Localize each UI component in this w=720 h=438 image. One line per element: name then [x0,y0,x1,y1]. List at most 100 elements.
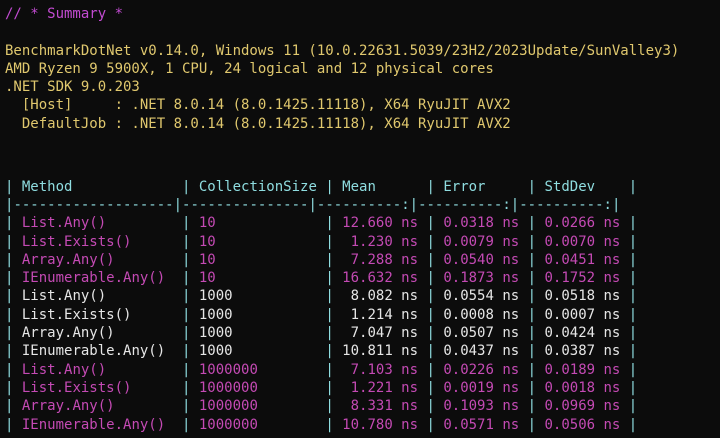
column-header-stddev: StdDev [536,178,629,195]
table-pipe: | [325,379,334,396]
table-cell-mean: 12.660 ns [333,215,427,232]
table-cell-method: List.Exists() [13,306,183,323]
table-cell-error: 0.0079 ns [434,233,528,250]
table-cell-error: 0.0507 ns [434,325,528,342]
table-cell-stddev: 0.0007 ns [536,306,629,323]
table-cell-stddev: 0.0424 ns [536,325,629,342]
table-cell-mean: 1.221 ns [333,379,427,396]
table-pipe: | [325,288,334,305]
table-pipe: | [426,270,435,287]
table-cell-error: 0.0554 ns [434,288,528,305]
table-pipe: | [628,343,638,360]
table-row: | List.Exists() | 1000000 | 1.221 ns | 0… [5,379,720,397]
table-row: | Array.Any() | 10 | 7.288 ns | 0.0540 n… [5,251,720,269]
table-pipe: | [426,416,435,433]
table-pipe: | [628,416,638,433]
table-pipe: | [426,178,435,195]
table-cell-mean: 1.230 ns [333,233,427,250]
table-pipe: | [527,398,537,415]
table-pipe: | [426,288,435,305]
table-pipe: | [426,251,435,268]
table-pipe: | [628,325,638,342]
results-table: | Method | CollectionSize | Mean | Error… [5,178,720,434]
table-pipe: | [527,178,537,195]
table-cell-mean: 1.214 ns [333,306,427,323]
table-pipe: | [628,270,638,287]
table-pipe: | [426,306,435,323]
table-pipe: | [628,251,638,268]
table-pipe: | [527,215,537,232]
separator-cell: ----------: [519,196,612,213]
table-cell-method: List.Exists() [13,379,183,396]
table-cell-stddev: 0.0451 ns [536,251,629,268]
table-cell-method: IEnumerable.Any() [13,343,183,360]
environment-line-benchmark-version: BenchmarkDotNet v0.14.0, Windows 11 (10.… [5,42,680,59]
table-pipe: | [325,178,334,195]
table-pipe: | [325,361,334,378]
table-pipe: | [527,233,537,250]
table-cell-method: Array.Any() [13,251,183,268]
table-pipe: | [308,196,317,213]
terminal-window: // * Summary * BenchmarkDotNet v0.14.0, … [5,5,720,438]
separator-cell: --------------- [182,196,309,213]
table-pipe: | [426,398,435,415]
table-pipe: | [426,215,435,232]
table-pipe: | [426,343,435,360]
table-pipe: | [510,196,520,213]
separator-cell: ----------: [418,196,511,213]
table-cell-method: List.Exists() [13,233,183,250]
table-row: | List.Any() | 1000000 | 7.103 ns | 0.02… [5,361,720,379]
table-pipe: | [628,178,638,195]
table-cell-method: IEnumerable.Any() [13,270,183,287]
table-cell-mean: 10.811 ns [333,343,427,360]
table-pipe: | [325,270,334,287]
table-cell-stddev: 0.0070 ns [536,233,629,250]
table-pipe: | [426,379,435,396]
table-pipe: | [527,251,537,268]
summary-title: // * Summary * [5,6,124,22]
table-pipe: | [628,215,638,232]
table-cell-collectionsize: 1000 [190,288,326,305]
table-pipe: | [628,361,638,378]
table-cell-collectionsize: 10 [190,251,326,268]
table-pipe: | [426,233,435,250]
table-pipe: | [325,233,334,250]
table-cell-error: 0.0437 ns [434,343,528,360]
table-pipe: | [325,398,334,415]
table-pipe: | [628,233,638,250]
table-cell-error: 0.0019 ns [434,379,528,396]
table-cell-mean: 7.103 ns [333,361,427,378]
table-row: | List.Exists() | 1000 | 1.214 ns | 0.00… [5,306,720,324]
table-row: | List.Any() | 1000 | 8.082 ns | 0.0554 … [5,287,720,305]
table-cell-collectionsize: 10 [190,233,326,250]
table-cell-stddev: 0.0387 ns [536,343,629,360]
table-cell-error: 0.0318 ns [434,215,528,232]
table-cell-stddev: 0.0018 ns [536,379,629,396]
table-cell-collectionsize: 1000 [190,306,326,323]
table-row: | Array.Any() | 1000000 | 8.331 ns | 0.1… [5,397,720,415]
table-header-row: | Method | CollectionSize | Mean | Error… [5,178,720,196]
environment-line-cpu: AMD Ryzen 9 5900X, 1 CPU, 24 logical and… [5,60,494,77]
table-pipe: | [527,325,537,342]
table-cell-error: 0.0540 ns [434,251,528,268]
table-separator-row: |-------------------|---------------|---… [5,196,720,214]
table-pipe: | [325,215,334,232]
table-pipe: | [628,288,638,305]
table-cell-mean: 8.331 ns [333,398,427,415]
table-cell-method: List.Any() [13,361,183,378]
table-pipe: | [325,343,334,360]
table-cell-mean: 7.288 ns [333,251,427,268]
table-pipe: | [527,288,537,305]
table-cell-mean: 8.082 ns [333,288,427,305]
table-cell-method: List.Any() [13,215,183,232]
table-cell-collectionsize: 1000000 [190,416,326,433]
column-header-method: Method [13,178,183,195]
environment-line-host: [Host] : .NET 8.0.14 (8.0.1425.11118), X… [5,97,511,114]
table-cell-collectionsize: 1000000 [190,379,326,396]
table-pipe: | [325,251,334,268]
table-row: | IEnumerable.Any() | 10 | 16.632 ns | 0… [5,269,720,287]
